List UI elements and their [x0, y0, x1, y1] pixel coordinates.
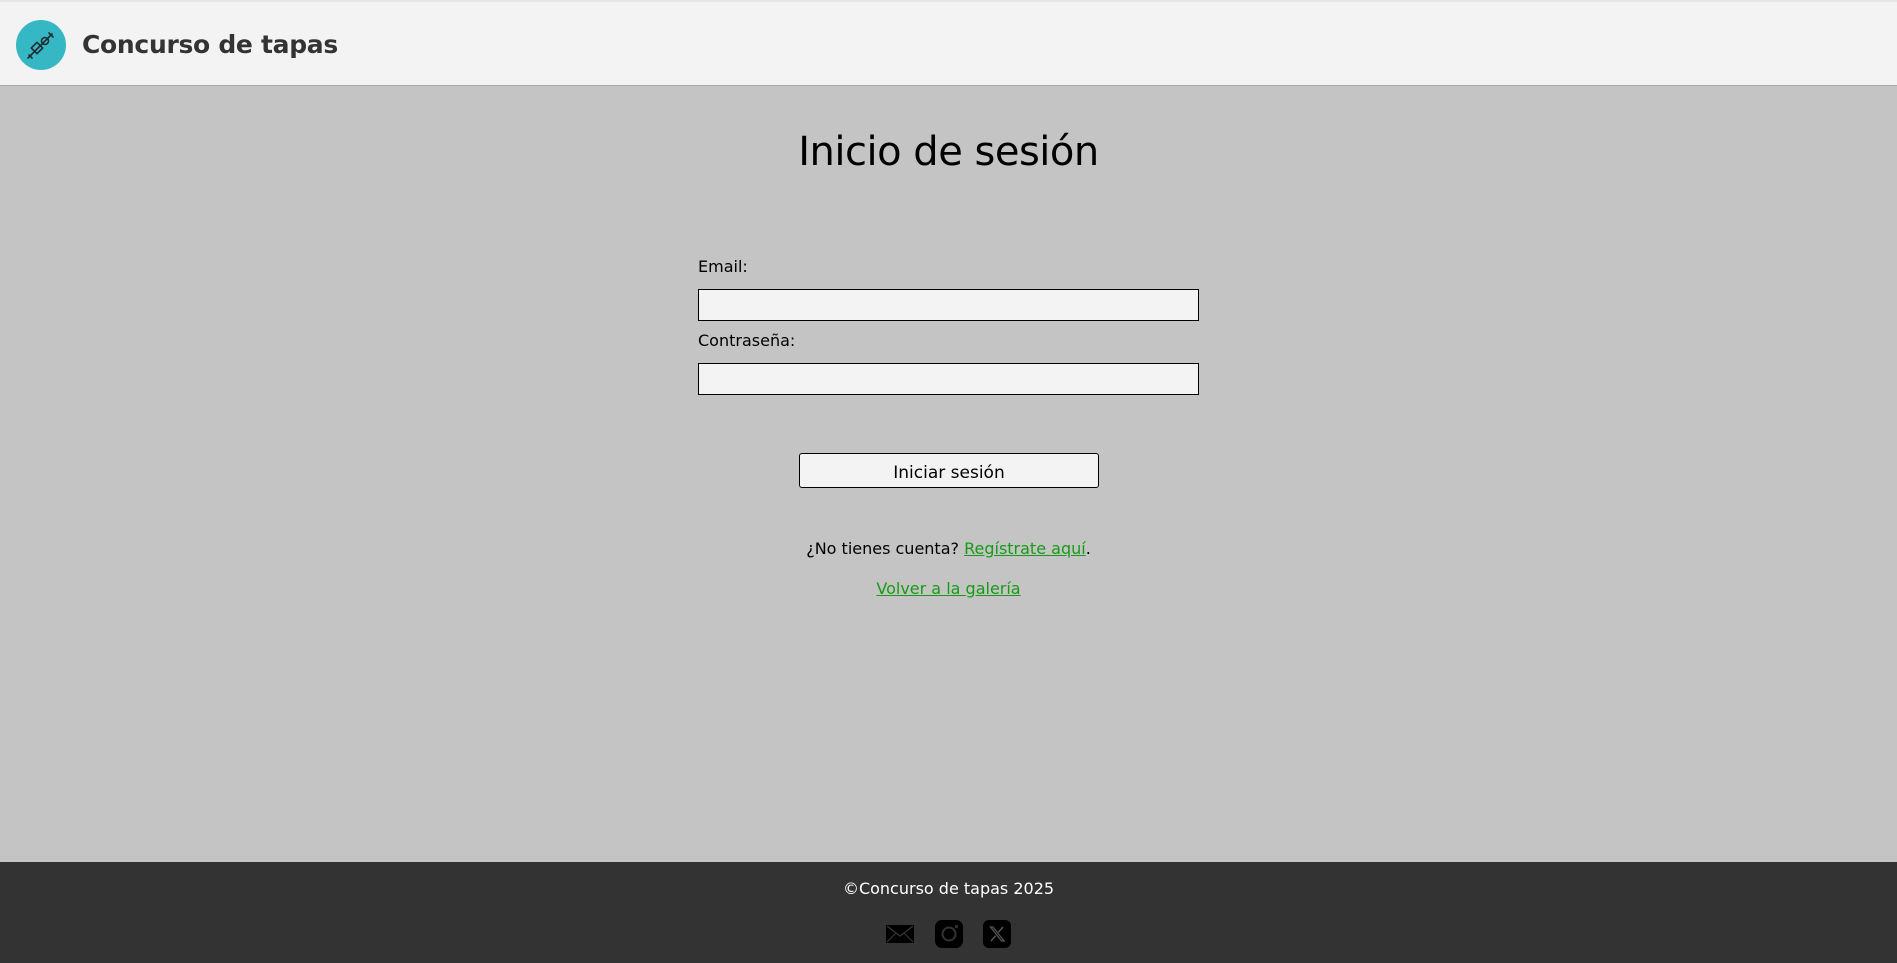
register-link[interactable]: Regístrate aquí: [964, 539, 1086, 558]
mail-icon[interactable]: [885, 919, 915, 949]
gallery-link[interactable]: Volver a la galería: [876, 579, 1020, 598]
password-label: Contraseña:: [698, 331, 796, 350]
tapa-skewer-icon[interactable]: [16, 20, 66, 70]
register-suffix: .: [1085, 539, 1091, 558]
site-title[interactable]: Concurso de tapas: [82, 30, 338, 60]
email-field[interactable]: [698, 289, 1199, 321]
page-title: Inicio de sesión: [798, 129, 1099, 175]
site-footer: ©Concurso de tapas 2025: [0, 862, 1897, 963]
site-header: Concurso de tapas: [0, 0, 1897, 86]
gallery-link-row: Volver a la galería: [0, 578, 1897, 600]
instagram-icon[interactable]: [934, 919, 964, 949]
email-label: Email:: [698, 257, 748, 276]
copyright-text: ©Concurso de tapas 2025: [842, 879, 1055, 898]
login-button[interactable]: Iniciar sesión: [799, 453, 1099, 488]
register-prompt-text: ¿No tienes cuenta?: [806, 539, 959, 558]
x-icon[interactable]: [982, 919, 1012, 949]
register-prompt: ¿No tienes cuenta? Regístrate aquí.: [0, 538, 1897, 560]
password-field[interactable]: [698, 363, 1199, 395]
